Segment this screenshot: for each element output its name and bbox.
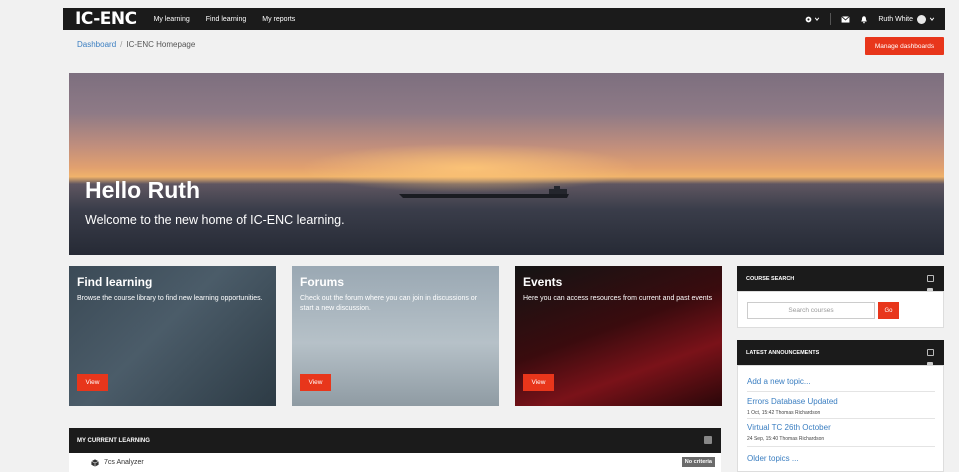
- card-title: Events: [523, 275, 563, 289]
- card-title: Find learning: [77, 275, 153, 289]
- bell-icon[interactable]: [860, 15, 868, 24]
- card-events[interactable]: Events Here you can access resources fro…: [515, 266, 722, 406]
- announcement-meta: 1 Oct, 15:42 Thomas Richardson: [747, 410, 821, 416]
- view-button[interactable]: View: [77, 374, 108, 391]
- block-toggle-icon[interactable]: [927, 349, 934, 356]
- course-search-body: Search courses Go: [737, 291, 944, 328]
- block-toggle-icon[interactable]: [704, 436, 712, 444]
- view-button[interactable]: View: [300, 374, 331, 391]
- breadcrumb-separator: /: [120, 40, 123, 49]
- announcements-body: Add a new topic... Errors Database Updat…: [737, 365, 944, 472]
- announcements-title: LATEST ANNOUNCEMENTS: [746, 349, 820, 356]
- manage-dashboards-button[interactable]: Manage dashboards: [865, 37, 944, 55]
- add-topic-link[interactable]: Add a new topic...: [747, 377, 811, 386]
- user-name[interactable]: Ruth White: [878, 16, 913, 23]
- current-learning-header: MY CURRENT LEARNING: [69, 428, 721, 453]
- announcement-title[interactable]: Errors Database Updated: [747, 397, 838, 406]
- chevron-down-icon[interactable]: [929, 16, 935, 22]
- hero-subtitle: Welcome to the new home of IC-ENC learni…: [85, 213, 345, 227]
- nav-my-reports[interactable]: My reports: [262, 16, 295, 23]
- announcement-meta: 24 Sep, 15:40 Thomas Richardson: [747, 436, 825, 442]
- card-description: Here you can access resources from curre…: [523, 295, 713, 302]
- block-toggle-icon[interactable]: [927, 275, 934, 282]
- nav-find-learning[interactable]: Find learning: [206, 16, 246, 23]
- hero-title: Hello Ruth: [85, 177, 200, 203]
- nav-my-learning[interactable]: My learning: [154, 16, 190, 23]
- view-button[interactable]: View: [523, 374, 554, 391]
- divider: [747, 391, 935, 392]
- go-button[interactable]: Go: [878, 302, 899, 319]
- current-learning-title: MY CURRENT LEARNING: [77, 437, 150, 444]
- card-find-learning[interactable]: Find learning Browse the course library …: [69, 266, 276, 406]
- course-search-title: COURSE SEARCH: [746, 275, 795, 282]
- breadcrumb-dashboard[interactable]: Dashboard: [77, 40, 116, 49]
- course-cube-icon: [91, 458, 99, 467]
- ship-silhouette: [399, 186, 569, 198]
- top-navbar: IC-ENC My learning Find learning My repo…: [63, 8, 945, 30]
- course-name[interactable]: 7cs Analyzer: [104, 459, 144, 466]
- card-title: Forums: [300, 275, 345, 289]
- divider: [747, 418, 935, 419]
- settings-icon[interactable]: [804, 15, 820, 24]
- announcement-title[interactable]: Virtual TC 26th October: [747, 423, 831, 432]
- status-badge: No criteria: [681, 457, 715, 467]
- announcements-header: LATEST ANNOUNCEMENTS: [737, 340, 944, 368]
- table-row[interactable]: 7cs Analyzer No criteria: [69, 453, 721, 472]
- card-description: Check out the forum where you can join i…: [300, 295, 478, 312]
- divider: [830, 13, 832, 25]
- divider: [747, 446, 935, 447]
- card-description: Browse the course library to find new le…: [77, 295, 263, 302]
- card-forums[interactable]: Forums Check out the forum where you can…: [292, 266, 499, 406]
- site-logo[interactable]: IC-ENC: [75, 9, 137, 29]
- user-tools: Ruth White: [794, 13, 935, 25]
- breadcrumb: Dashboard / IC-ENC Homepage: [77, 40, 195, 49]
- mail-icon[interactable]: [841, 15, 851, 23]
- user-avatar-icon[interactable]: [917, 14, 926, 24]
- hero-banner: Hello Ruth Welcome to the new home of IC…: [69, 73, 944, 255]
- breadcrumb-current: IC-ENC Homepage: [126, 40, 196, 49]
- course-search-header: COURSE SEARCH: [737, 266, 944, 294]
- older-topics-link[interactable]: Older topics ...: [747, 454, 799, 463]
- search-input[interactable]: Search courses: [747, 302, 875, 319]
